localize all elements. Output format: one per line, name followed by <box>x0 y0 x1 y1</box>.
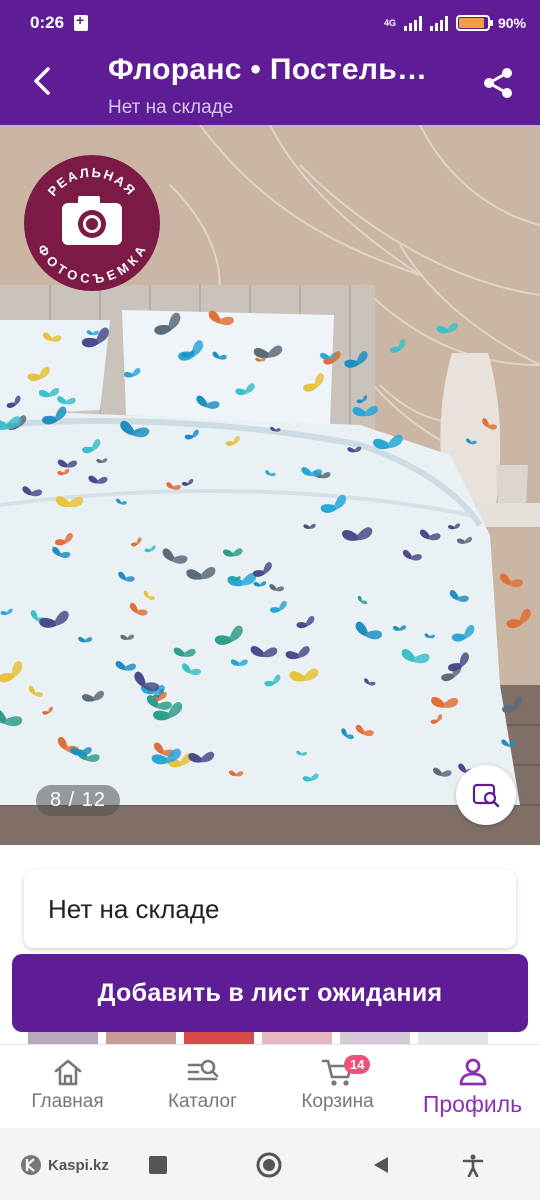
square-icon <box>149 1156 167 1174</box>
home-button[interactable] <box>254 1150 284 1180</box>
catalog-search-icon <box>187 1059 218 1081</box>
real-photo-badge: РЕАЛЬНАЯ ФОТОСЪЕМКА <box>22 153 162 293</box>
notification-icon <box>74 12 89 31</box>
triangle-back-icon <box>374 1157 388 1173</box>
share-icon <box>484 68 512 98</box>
stock-status-label: Нет на складе <box>48 893 220 924</box>
nav-profile-label: Профиль <box>422 1091 523 1117</box>
system-navigation-bar: Kaspi.kz <box>0 1128 540 1200</box>
nav-home[interactable]: Главная <box>0 1045 135 1128</box>
accessibility-icon <box>462 1154 484 1177</box>
page-subtitle: Нет на складе <box>108 97 234 118</box>
image-counter: 8 / 12 <box>36 785 121 816</box>
kaspi-brand-text: Kaspi.kz <box>48 1156 109 1174</box>
circle-home-icon <box>256 1152 282 1178</box>
nav-home-label: Главная <box>31 1091 104 1112</box>
nav-cart[interactable]: 14 Корзина <box>270 1045 405 1128</box>
accessibility-button[interactable] <box>458 1150 488 1180</box>
battery-percent: 90% <box>497 14 526 31</box>
nav-profile[interactable]: Профиль <box>405 1045 540 1128</box>
recents-button[interactable] <box>143 1150 173 1180</box>
stock-status-card: Нет на складе <box>24 870 516 948</box>
network-type: 4G <box>383 17 396 28</box>
app-header: Флоранс • Постель… Нет на складе <box>0 45 540 125</box>
status-bar: 0:26 4G 90% <box>0 0 540 45</box>
kaspi-brand: Kaspi.kz <box>20 1154 109 1176</box>
share-button[interactable] <box>478 63 518 103</box>
nav-cart-label: Корзина <box>301 1091 374 1112</box>
thumbnail-strip <box>0 1032 540 1044</box>
profile-icon <box>459 1058 486 1086</box>
add-to-waitlist-button[interactable]: Добавить в лист ожидания <box>12 954 528 1032</box>
home-icon <box>54 1059 81 1086</box>
camera-icon <box>62 196 122 245</box>
back-system-button[interactable] <box>365 1150 395 1180</box>
signal-icon <box>403 15 422 31</box>
battery-icon <box>455 14 493 31</box>
cart-count-badge: 14 <box>344 1055 371 1074</box>
nav-catalog-label: Каталог <box>167 1091 238 1112</box>
status-time: 0:26 <box>30 12 65 32</box>
back-button[interactable] <box>22 61 62 101</box>
kaspi-logo-icon <box>21 1155 41 1175</box>
visual-search-button[interactable] <box>456 765 516 825</box>
signal-icon-2 <box>429 15 448 31</box>
back-arrow-icon <box>34 67 50 95</box>
image-search-icon <box>472 783 500 808</box>
add-to-waitlist-label: Добавить в лист ожидания <box>97 978 443 1007</box>
product-image-gallery[interactable]: РЕАЛЬНАЯ ФОТОСЪЕМКА 8 / 12 <box>0 125 540 845</box>
bottom-navigation: Главная Каталог 14 Корзина Профиль <box>0 1044 540 1128</box>
nav-catalog[interactable]: Каталог <box>135 1045 270 1128</box>
page-title: Флоранс • Постель… <box>108 53 428 86</box>
